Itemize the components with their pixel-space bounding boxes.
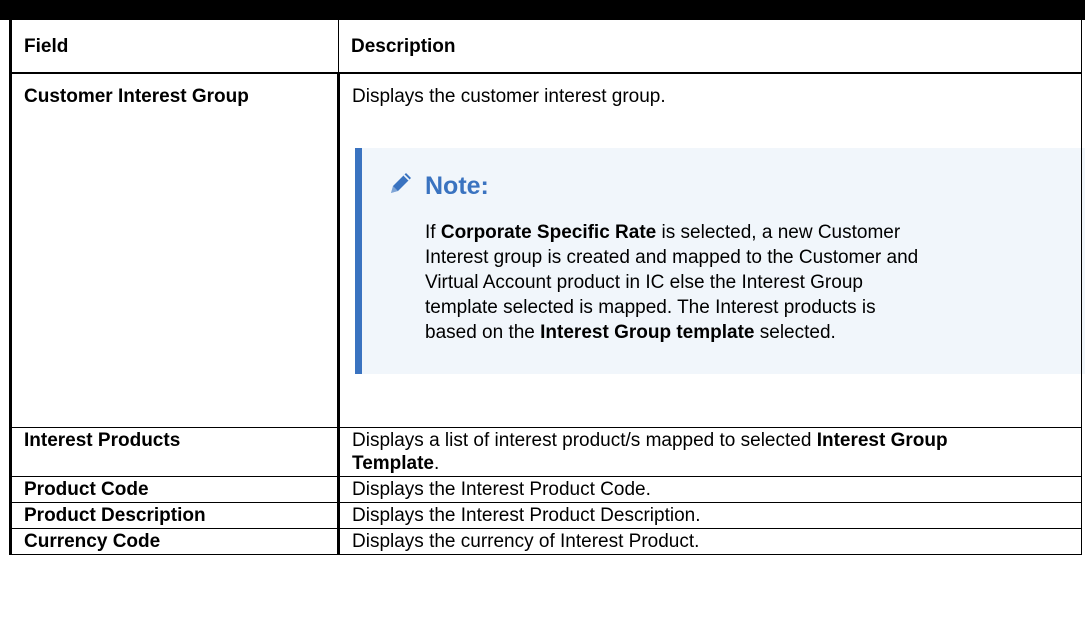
note-header: Note: xyxy=(387,172,1065,200)
top-rule xyxy=(0,0,1085,20)
table-row: Product Code Displays the Interest Produ… xyxy=(9,475,1082,503)
description-text: . xyxy=(434,452,440,474)
note-body: If Corporate Specific Rate is selected, … xyxy=(425,220,925,345)
description-cell: Displays the customer interest group. No… xyxy=(337,72,1085,428)
table-row: Currency Code Displays the currency of I… xyxy=(9,527,1082,555)
field-cell: Product Code xyxy=(9,475,339,503)
note-box: Note: If Corporate Specific Rate is sele… xyxy=(355,148,1085,374)
pencil-icon xyxy=(387,169,415,203)
table-row: Product Description Displays the Interes… xyxy=(9,501,1082,529)
header-description: Description xyxy=(338,20,1082,74)
description-cell: Displays a list of interest product/s ma… xyxy=(337,426,1082,477)
table-row: Interest Products Displays a list of int… xyxy=(9,426,1082,477)
description-cell: Displays the Interest Product Descriptio… xyxy=(337,501,1082,529)
field-cell: Customer Interest Group xyxy=(9,72,339,428)
field-cell: Interest Products xyxy=(9,426,339,477)
note-text: selected. xyxy=(754,322,836,343)
table-header-row: Field Description xyxy=(9,20,1082,74)
header-field: Field xyxy=(9,20,339,74)
table-row: Customer Interest Group Displays the cus… xyxy=(9,72,1085,428)
note-title: Note: xyxy=(425,171,489,200)
note-text: If xyxy=(425,222,441,243)
note-bold-text: Corporate Specific Rate xyxy=(440,222,657,243)
note-bold-text: Interest Group template xyxy=(540,322,755,343)
document-page: Field Description Customer Interest Grou… xyxy=(0,0,1085,622)
description-cell: Displays the currency of Interest Produc… xyxy=(337,527,1082,555)
description-text: Displays a list of interest product/s ma… xyxy=(352,429,817,451)
field-cell: Product Description xyxy=(9,501,339,529)
field-description-table: Field Description Customer Interest Grou… xyxy=(9,20,1085,555)
description-text: Displays the customer interest group. xyxy=(352,86,666,107)
field-cell: Currency Code xyxy=(9,527,339,555)
description-cell: Displays the Interest Product Code. xyxy=(337,475,1082,503)
